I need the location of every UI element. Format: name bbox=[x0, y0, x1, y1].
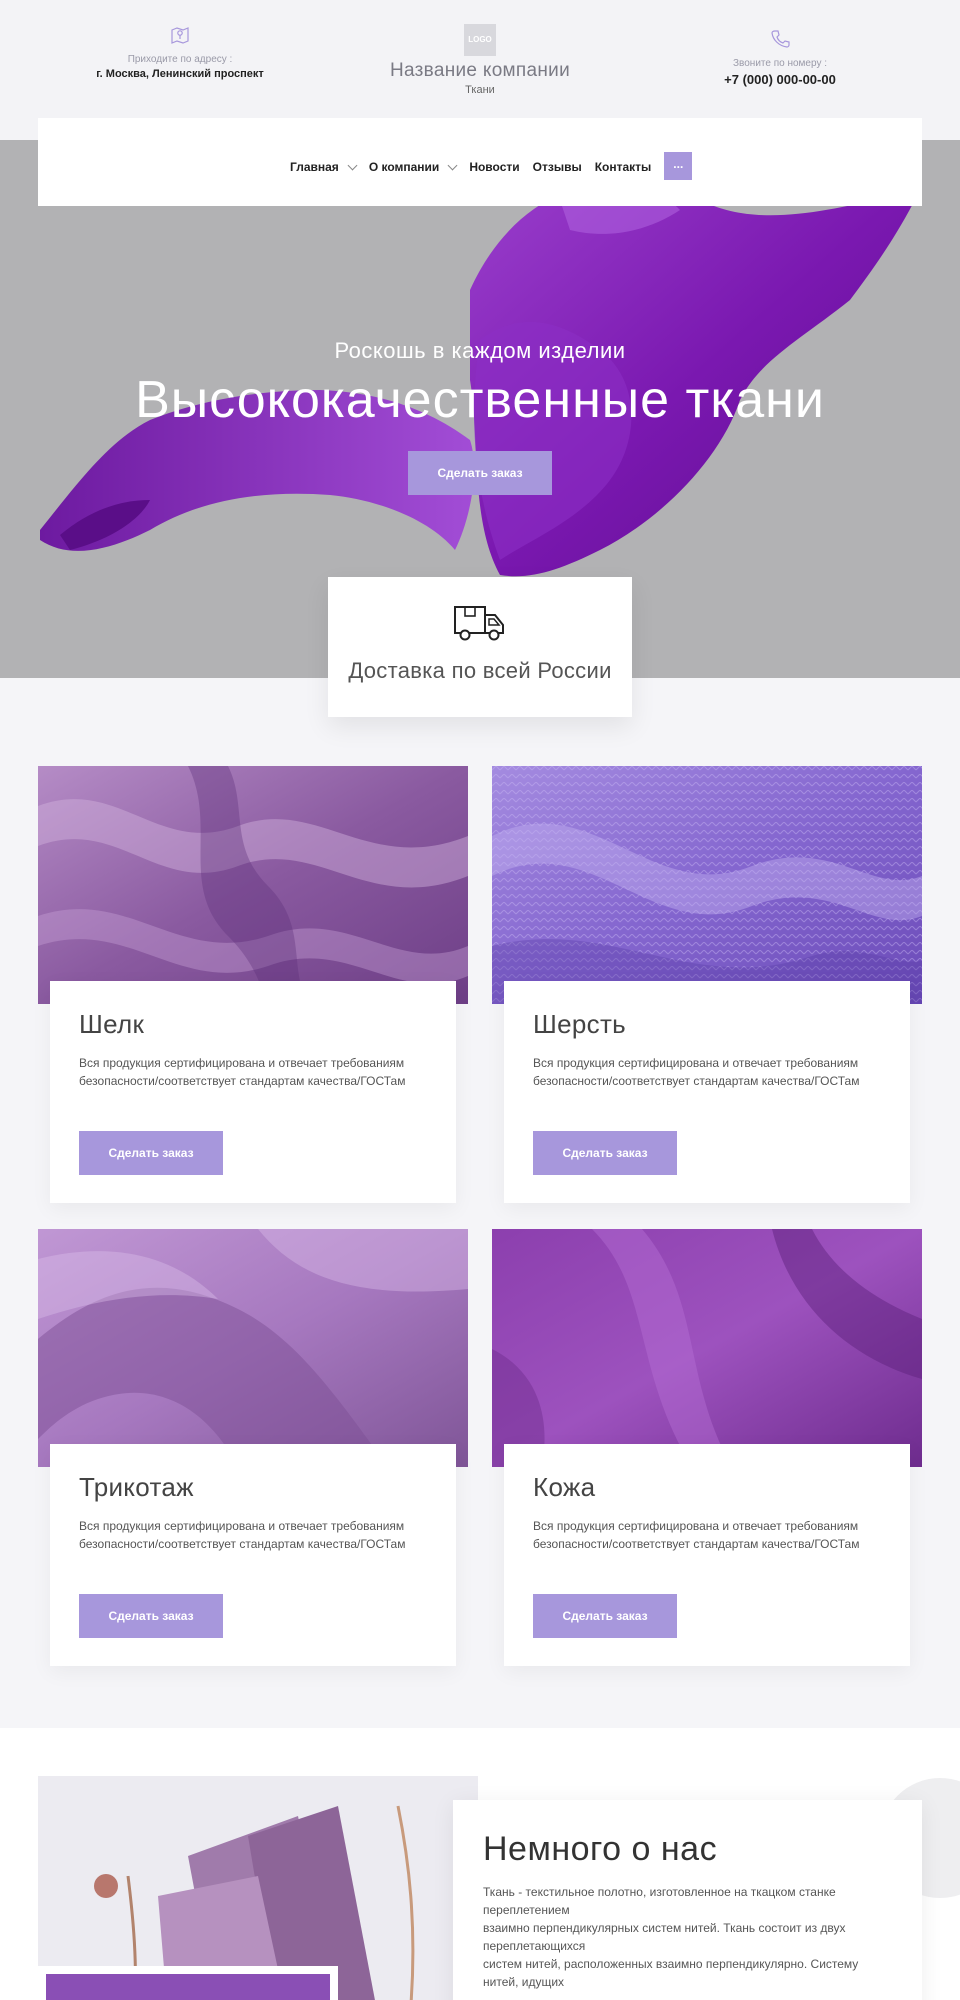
hero-title: Высококачественные ткани bbox=[135, 371, 825, 429]
nav-more-button[interactable]: ... bbox=[664, 152, 693, 180]
order-button[interactable]: Сделать заказ bbox=[79, 1594, 223, 1638]
product-name: Трикотаж bbox=[79, 1472, 194, 1502]
address-value: г. Москва, Ленинский проспект bbox=[96, 68, 264, 80]
nav-item-home[interactable]: Главная bbox=[290, 160, 358, 174]
about-section: Немного о нас Ткань - текстильное полотн… bbox=[0, 1728, 960, 2000]
product-image-knitwear bbox=[38, 1229, 468, 1467]
delivery-card: Доставка по всей России bbox=[328, 577, 632, 717]
nav-item-label: О компании bbox=[368, 160, 440, 174]
address-block: Приходите по адресу : г. Москва, Ленинск… bbox=[60, 24, 300, 80]
company-name: Название компании bbox=[389, 60, 570, 81]
about-card: Немного о нас Ткань - текстильное полотн… bbox=[453, 1800, 922, 2000]
map-icon bbox=[171, 27, 189, 44]
product-info: Трикотаж Вся продукция сертифицирована и… bbox=[50, 1444, 456, 1666]
product-description: Вся продукция сертифицирована и отвечает… bbox=[533, 1056, 860, 1088]
brand-block[interactable]: LOGO Название компании Ткани bbox=[330, 24, 630, 96]
nav-item-news[interactable]: Новости bbox=[469, 160, 519, 174]
nav-items: Главная О компании Новости Отзывы Контак… bbox=[290, 152, 693, 180]
chevron-down-icon bbox=[347, 160, 358, 170]
nav-item-contacts[interactable]: Контакты bbox=[595, 160, 652, 174]
product-description: Вся продукция сертифицирована и отвечает… bbox=[79, 1519, 406, 1551]
product-name: Шелк bbox=[79, 1009, 145, 1039]
product-info: Кожа Вся продукция сертифицирована и отв… bbox=[504, 1444, 910, 1666]
product-info: Шерсть Вся продукция сертифицирована и о… bbox=[504, 981, 910, 1203]
main-nav: Главная О компании Новости Отзывы Контак… bbox=[38, 118, 922, 206]
product-image-silk bbox=[38, 766, 468, 1004]
nav-item-label: Новости bbox=[469, 160, 520, 174]
product-image-wool bbox=[492, 766, 922, 1004]
address-caption: Приходите по адресу : bbox=[127, 54, 233, 65]
nav-item-label: Главная bbox=[290, 160, 339, 174]
logo[interactable]: LOGO bbox=[464, 24, 496, 56]
about-line: систем нитей, расположенных взаимно перп… bbox=[483, 1957, 859, 1989]
about-image bbox=[38, 1776, 478, 2000]
order-button[interactable]: Сделать заказ bbox=[533, 1594, 677, 1638]
nav-item-label: Отзывы bbox=[532, 160, 582, 174]
company-subtitle: Ткани bbox=[465, 84, 495, 96]
nav-item-reviews[interactable]: Отзывы bbox=[533, 160, 582, 174]
phone-block: Звоните по номеру : +7 (000) 000-00-00 bbox=[660, 28, 900, 87]
product-name: Шерсть bbox=[533, 1009, 627, 1039]
delivery-text: Доставка по всей России bbox=[348, 658, 612, 683]
phone-caption: Звоните по номеру : bbox=[733, 58, 827, 69]
product-name: Кожа bbox=[533, 1472, 596, 1502]
order-button[interactable]: Сделать заказ bbox=[79, 1131, 223, 1175]
product-description: Вся продукция сертифицирована и отвечает… bbox=[533, 1519, 860, 1551]
about-title: Немного о нас bbox=[483, 1830, 718, 1868]
about-line: Ткань - текстильное полотно, изготовленн… bbox=[483, 1885, 836, 1917]
about-text: Ткань - текстильное полотно, изготовленн… bbox=[483, 1883, 892, 1991]
order-button[interactable]: Сделать заказ bbox=[533, 1131, 677, 1175]
about-line: взаимно перпендикулярных систем нитей. Т… bbox=[483, 1921, 846, 1953]
product-info: Шелк Вся продукция сертифицирована и отв… bbox=[50, 981, 456, 1203]
nav-item-about[interactable]: О компании bbox=[368, 160, 458, 174]
product-description: Вся продукция сертифицирована и отвечает… bbox=[79, 1056, 406, 1088]
hero-subtitle: Роскошь в каждом изделии bbox=[334, 338, 626, 363]
hero-order-button[interactable]: Сделать заказ bbox=[408, 451, 552, 495]
product-image-leather bbox=[492, 1229, 922, 1467]
nav-item-label: Контакты bbox=[594, 160, 652, 174]
chevron-down-icon bbox=[447, 160, 458, 170]
phone-icon bbox=[771, 30, 790, 48]
truck-icon bbox=[454, 606, 504, 641]
phone-value[interactable]: +7 (000) 000-00-00 bbox=[660, 72, 900, 87]
